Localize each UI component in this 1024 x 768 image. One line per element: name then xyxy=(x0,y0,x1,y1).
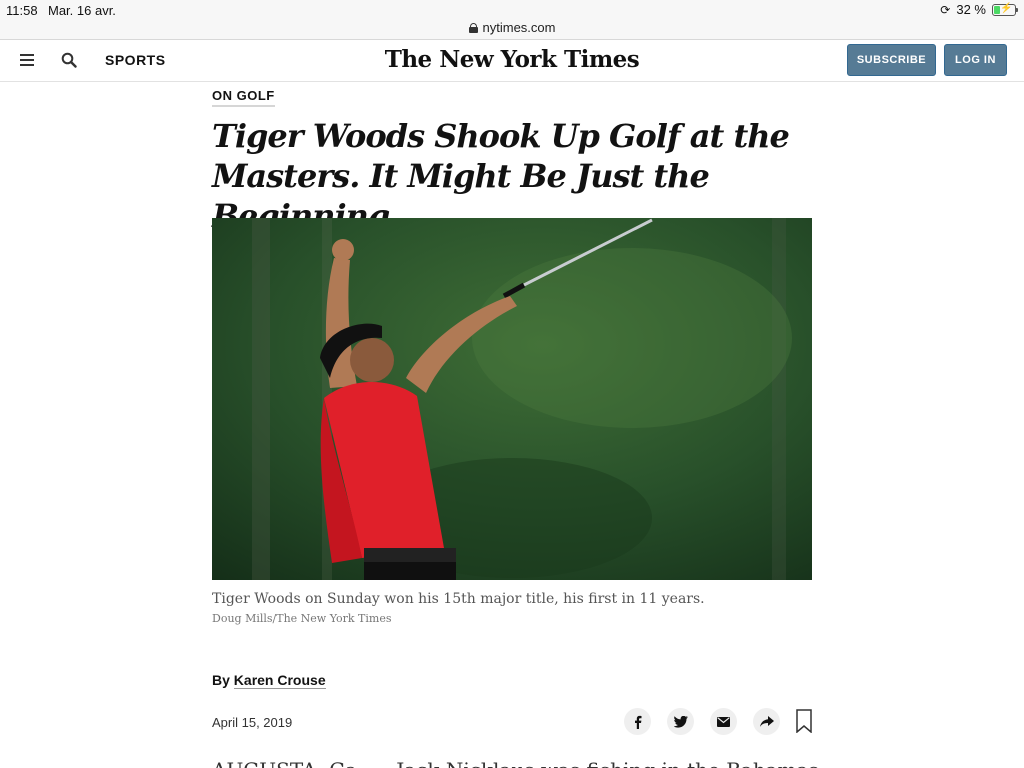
url-bar[interactable]: nytimes.com xyxy=(0,20,1024,40)
lead-photo xyxy=(212,218,812,580)
battery-icon: ⚡ xyxy=(992,3,1018,16)
author-link[interactable]: Karen Crouse xyxy=(233,672,326,689)
site-header: SPORTS The New York Times SUBSCRIBE LOG … xyxy=(0,41,1024,82)
battery-percent: 32 % xyxy=(956,2,986,17)
status-date: Mar. 16 avr. xyxy=(48,3,116,18)
article-kicker[interactable]: ON GOLF xyxy=(212,88,275,107)
lock-icon xyxy=(468,22,478,33)
byline-prefix: By xyxy=(212,672,234,688)
twitter-icon xyxy=(673,715,688,728)
byline: By Karen Crouse xyxy=(212,672,326,689)
facebook-share-button[interactable] xyxy=(624,708,651,735)
facebook-icon xyxy=(634,715,641,729)
share-arrow-icon xyxy=(759,715,774,727)
golfer-celebration-image xyxy=(212,218,812,580)
subscribe-button[interactable]: SUBSCRIBE xyxy=(847,44,936,76)
more-share-button[interactable] xyxy=(753,708,780,735)
email-icon xyxy=(717,716,730,727)
headline-line-1: Tiger Woods Shook Up Golf at the xyxy=(212,117,790,155)
status-time: 11:58 xyxy=(6,3,38,18)
login-button[interactable]: LOG IN xyxy=(944,44,1007,76)
status-right: ⟳ 32 % ⚡ xyxy=(940,2,1018,17)
email-share-button[interactable] xyxy=(710,708,737,735)
photo-caption: Tiger Woods on Sunday won his 15th major… xyxy=(212,591,705,607)
publish-date: April 15, 2019 xyxy=(212,715,293,730)
twitter-share-button[interactable] xyxy=(667,708,694,735)
url-domain: nytimes.com xyxy=(482,20,556,35)
article-body-start: AUGUSTA, Ga. — Jack Nicklaus was fishing… xyxy=(212,758,819,768)
status-bar: 11:58 Mar. 16 avr. ⟳ 32 % ⚡ xyxy=(0,0,1024,20)
photo-credit: Doug Mills/The New York Times xyxy=(212,612,392,625)
rotation-lock-icon: ⟳ xyxy=(940,2,951,17)
bookmark-icon[interactable] xyxy=(796,709,812,733)
